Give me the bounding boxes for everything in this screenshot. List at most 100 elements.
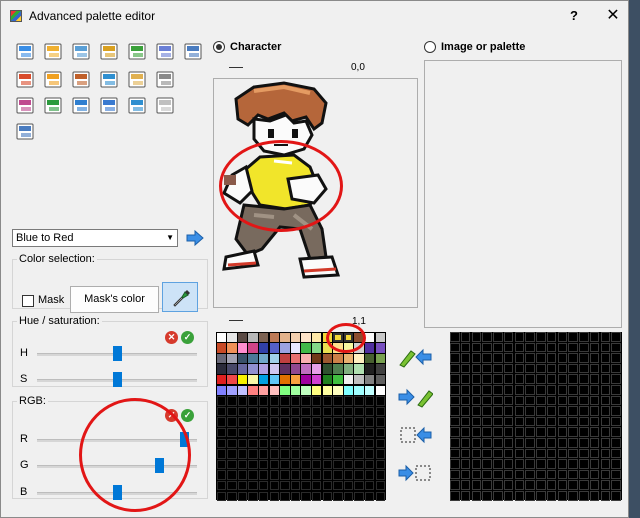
target-palette-cell[interactable]: [450, 363, 460, 374]
palette-cell[interactable]: [258, 470, 269, 480]
target-palette-cell[interactable]: [471, 363, 481, 374]
target-palette-cell[interactable]: [557, 385, 567, 395]
palette-cell[interactable]: [375, 427, 386, 438]
target-palette-cell[interactable]: [546, 374, 557, 384]
target-palette-cell[interactable]: [514, 459, 524, 469]
palette-cell[interactable]: [237, 353, 248, 364]
target-palette-cell[interactable]: [514, 480, 524, 490]
palette-cell[interactable]: [375, 364, 386, 374]
refresh-icon[interactable]: [127, 95, 149, 117]
palette-cell[interactable]: [258, 374, 269, 385]
palette-cell[interactable]: [364, 459, 375, 470]
palette-cell[interactable]: [311, 396, 322, 406]
target-palette-cell[interactable]: [525, 459, 535, 469]
target-palette-cell[interactable]: [450, 427, 460, 437]
target-palette-cell[interactable]: [568, 491, 578, 501]
palette-cell[interactable]: [311, 332, 322, 343]
palette-cell[interactable]: [322, 343, 333, 353]
target-palette-cell[interactable]: [525, 342, 535, 353]
palette-cell[interactable]: [301, 491, 311, 502]
target-palette-cell[interactable]: [503, 438, 514, 448]
palette-cell[interactable]: [354, 480, 364, 491]
palette-cell[interactable]: [354, 364, 364, 374]
palette-cell[interactable]: [354, 406, 364, 417]
palette-cell[interactable]: [269, 343, 280, 353]
target-palette-cell[interactable]: [557, 427, 567, 437]
palette-cell[interactable]: [290, 470, 301, 480]
color-swap-icon[interactable]: [43, 95, 65, 117]
palette-cell[interactable]: [280, 353, 290, 364]
target-palette-cell[interactable]: [600, 427, 610, 437]
target-palette-cell[interactable]: [546, 406, 557, 416]
palette-cell[interactable]: [216, 491, 227, 502]
palette-cell[interactable]: [301, 459, 311, 470]
palette-cell[interactable]: [248, 353, 258, 364]
palette-cell[interactable]: [269, 385, 280, 396]
palette-cell[interactable]: [248, 449, 258, 459]
palette-cell[interactable]: [364, 449, 375, 459]
target-palette-cell[interactable]: [579, 332, 589, 342]
target-palette-cell[interactable]: [471, 332, 481, 342]
select-left-button[interactable]: [397, 423, 433, 447]
palette-cell[interactable]: [354, 470, 364, 480]
palette-cell[interactable]: [354, 491, 364, 502]
palette-cell[interactable]: [237, 385, 248, 396]
palette-cell[interactable]: [375, 491, 386, 502]
target-palette-cell[interactable]: [460, 438, 471, 448]
palette-cell[interactable]: [227, 459, 237, 470]
target-palette-cell[interactable]: [557, 438, 567, 448]
target-palette-cell[interactable]: [546, 363, 557, 374]
target-palette-cell[interactable]: [493, 491, 503, 501]
palette-cell[interactable]: [269, 449, 280, 459]
palette-cell[interactable]: [301, 427, 311, 438]
palette-cell[interactable]: [311, 449, 322, 459]
target-palette-cell[interactable]: [589, 385, 600, 395]
palette-cell[interactable]: [258, 480, 269, 491]
palette-cell[interactable]: [227, 406, 237, 417]
palette-cell[interactable]: [333, 396, 343, 406]
palette-cell[interactable]: [258, 449, 269, 459]
target-palette-cell[interactable]: [611, 438, 621, 448]
grid-icon[interactable]: [183, 41, 205, 63]
target-palette-cell[interactable]: [611, 385, 621, 395]
target-palette-cell[interactable]: [557, 406, 567, 416]
palette-cell[interactable]: [333, 364, 343, 374]
palette-cell[interactable]: [322, 374, 333, 385]
target-palette-cell[interactable]: [460, 480, 471, 490]
target-palette-cell[interactable]: [600, 406, 610, 416]
target-palette-cell[interactable]: [450, 332, 460, 342]
palette-cell[interactable]: [333, 459, 343, 470]
target-palette-cell[interactable]: [579, 459, 589, 469]
palette-cell[interactable]: [354, 374, 364, 385]
target-palette-cell[interactable]: [536, 469, 546, 480]
target-palette-cell[interactable]: [579, 353, 589, 363]
palette-cell[interactable]: [248, 374, 258, 385]
target-palette-cell[interactable]: [611, 363, 621, 374]
target-palette-cell[interactable]: [471, 491, 481, 501]
palette-cell[interactable]: [216, 353, 227, 364]
confirm-rgb-icon[interactable]: ✓: [181, 409, 194, 422]
target-palette-cell[interactable]: [460, 363, 471, 374]
target-palette-cell[interactable]: [579, 363, 589, 374]
target-palette-cell[interactable]: [450, 342, 460, 353]
palette-cell[interactable]: [290, 332, 301, 343]
palette-cell[interactable]: [248, 491, 258, 502]
target-palette-cell[interactable]: [503, 469, 514, 480]
target-palette-cell[interactable]: [589, 459, 600, 469]
h-slider-thumb[interactable]: [112, 346, 122, 361]
zoom-in-icon[interactable]: [99, 41, 121, 63]
palette-cell[interactable]: [311, 470, 322, 480]
palette-cell[interactable]: [375, 385, 386, 396]
target-palette-cell[interactable]: [568, 459, 578, 469]
target-palette-cell[interactable]: [503, 427, 514, 437]
target-palette-cell[interactable]: [557, 363, 567, 374]
target-palette-cell[interactable]: [568, 480, 578, 490]
target-palette-cell[interactable]: [589, 374, 600, 384]
target-palette-cell[interactable]: [471, 448, 481, 459]
palette-cell[interactable]: [343, 374, 354, 385]
target-palette-cell[interactable]: [525, 406, 535, 416]
target-palette-cell[interactable]: [471, 469, 481, 480]
target-palette-cell[interactable]: [471, 395, 481, 406]
palette-cell[interactable]: [343, 470, 354, 480]
target-palette-cell[interactable]: [482, 480, 492, 490]
